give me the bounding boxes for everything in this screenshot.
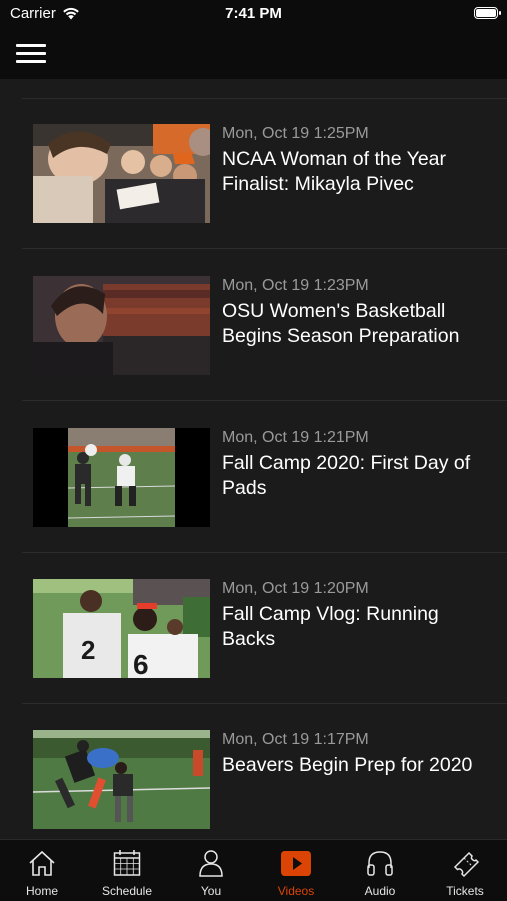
video-thumbnail[interactable] [33, 276, 210, 375]
video-title[interactable]: NCAA Woman of the Year Finalist: Mikayla… [222, 147, 492, 197]
video-title[interactable]: Beavers Begin Prep for 2020 [222, 753, 492, 778]
video-title[interactable]: Fall Camp 2020: First Day of Pads [222, 451, 492, 501]
headphones-icon [367, 851, 393, 876]
video-item[interactable]: Mon, Oct 19 1:25PM NCAA Woman of the Yea… [0, 124, 507, 276]
tab-label: Videos [277, 884, 315, 898]
tab-audio[interactable]: Audio [338, 840, 422, 901]
navigation-bar [0, 28, 507, 79]
tab-label: Home [25, 884, 58, 898]
list-divider [22, 98, 507, 99]
calendar-icon [113, 850, 141, 876]
video-item[interactable]: Mon, Oct 19 1:23PM OSU Women's Basketbal… [0, 276, 507, 428]
video-list[interactable]: Mon, Oct 19 1:25PM NCAA Woman of the Yea… [0, 79, 507, 839]
tab-label: Audio [364, 884, 396, 898]
video-thumbnail[interactable] [33, 428, 210, 527]
video-date: Mon, Oct 19 1:17PM [222, 731, 369, 748]
person-icon [199, 850, 223, 877]
play-icon [281, 851, 311, 876]
home-icon [29, 850, 55, 876]
svg-text:6: 6 [133, 649, 149, 678]
video-title[interactable]: OSU Women's Basketball Begins Season Pre… [222, 299, 492, 349]
tab-label: Tickets [446, 884, 484, 898]
tab-bar: Home Schedule You Videos Audio Tickets [0, 839, 507, 901]
tab-home[interactable]: Home [0, 840, 84, 901]
status-bar: Carrier 7:41 PM [0, 0, 507, 28]
tab-label: You [200, 884, 222, 898]
video-item[interactable]: Mon, Oct 19 1:21PM Fall Camp 2020: First… [0, 428, 507, 580]
clock: 7:41 PM [225, 5, 282, 22]
video-thumbnail[interactable] [33, 730, 210, 829]
tab-schedule[interactable]: Schedule [85, 840, 169, 901]
battery-icon [474, 7, 501, 19]
video-date: Mon, Oct 19 1:21PM [222, 429, 369, 446]
video-item[interactable]: 2 6 Mon, Oct 19 1:20PM Fall Camp Vlog: R… [0, 579, 507, 731]
video-thumbnail[interactable]: 2 6 [33, 579, 210, 678]
hamburger-menu-icon[interactable] [16, 42, 46, 64]
list-divider [22, 552, 507, 553]
video-title[interactable]: Fall Camp Vlog: Running Backs [222, 602, 492, 652]
list-divider [22, 400, 507, 401]
ticket-icon [453, 851, 480, 878]
list-divider [22, 248, 507, 249]
list-divider [22, 703, 507, 704]
video-item[interactable]: Mon, Oct 19 1:17PM Beavers Begin Prep fo… [0, 730, 507, 839]
video-date: Mon, Oct 19 1:25PM [222, 125, 369, 142]
tab-tickets[interactable]: Tickets [423, 840, 507, 901]
tab-videos[interactable]: Videos [254, 840, 338, 901]
tab-you[interactable]: You [169, 840, 253, 901]
video-date: Mon, Oct 19 1:23PM [222, 277, 369, 294]
svg-text:2: 2 [81, 635, 95, 665]
tab-label: Schedule [101, 884, 153, 898]
video-date: Mon, Oct 19 1:20PM [222, 580, 369, 597]
video-thumbnail[interactable] [33, 124, 210, 223]
